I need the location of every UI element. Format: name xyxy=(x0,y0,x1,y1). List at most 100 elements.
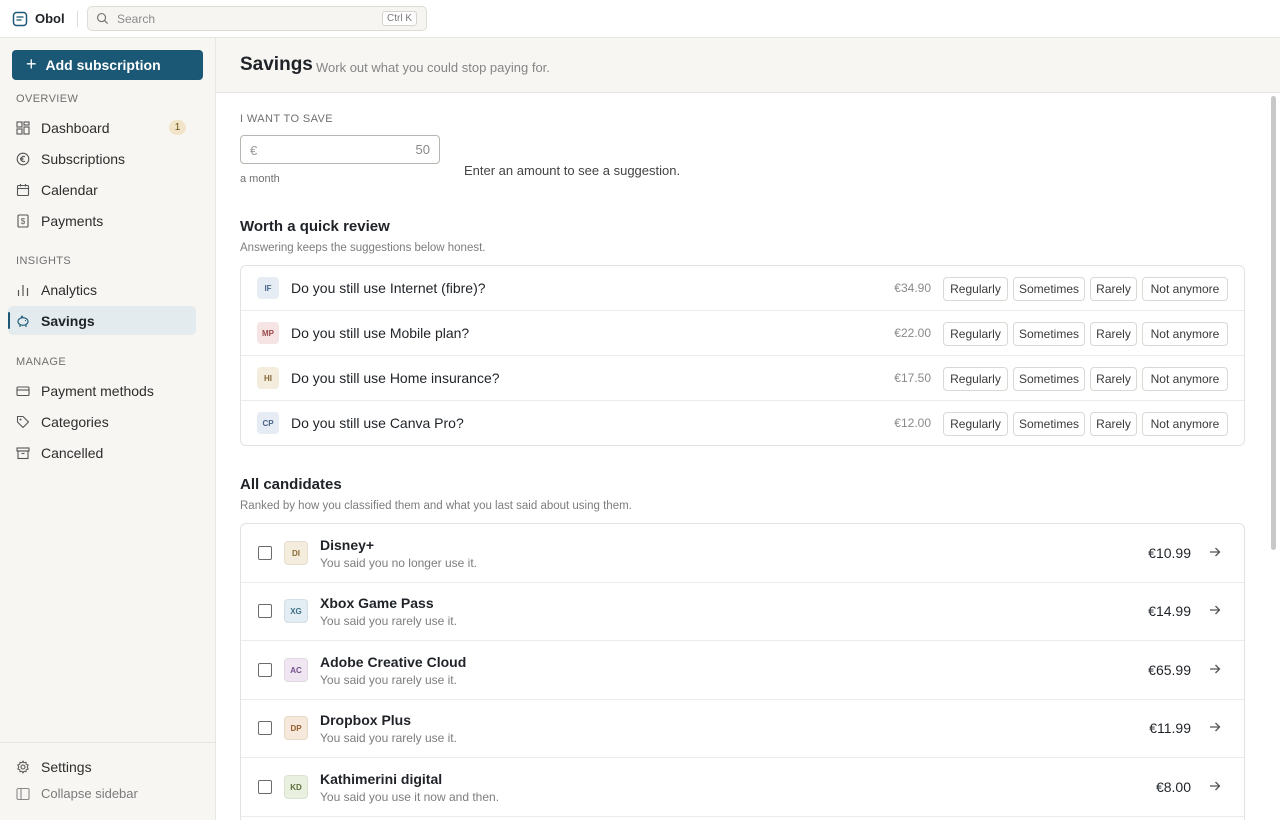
review-section-title: Worth a quick review xyxy=(240,218,390,235)
review-row: IF Do you still use Internet (fibre)? €34.… xyxy=(241,266,1244,311)
sidebar-item-cancelled[interactable]: Cancelled xyxy=(8,438,196,467)
dashboard-icon xyxy=(16,120,30,135)
usage-option-not-anymore-button[interactable]: Not anymore xyxy=(1142,277,1228,301)
sidebar-item-savings[interactable]: Savings xyxy=(8,306,196,335)
main-content: Savings Work out what you could stop pay… xyxy=(216,38,1280,820)
sidebar-item-dashboard[interactable]: Dashboard 1 xyxy=(8,113,196,142)
candidates-section-title: All candidates xyxy=(240,476,342,493)
candidate-name: Dropbox Plus xyxy=(320,712,412,728)
usage-option-rarely-button[interactable]: Rarely xyxy=(1090,322,1137,346)
candidate-usage-note: You said you rarely use it. xyxy=(320,614,457,628)
usage-option-rarely-button[interactable]: Rarely xyxy=(1090,412,1137,436)
sidebar-item-payments[interactable]: $ Payments xyxy=(8,206,196,235)
add-subscription-button[interactable]: + Add subscription xyxy=(12,50,203,80)
sidebar-item-payment-methods[interactable]: Payment methods xyxy=(8,376,196,405)
candidate-name: Kathimerini digital xyxy=(320,771,443,787)
sidebar-item-label: Payment methods xyxy=(41,382,154,399)
candidate-checkbox[interactable] xyxy=(258,780,272,794)
scrollbar-thumb[interactable] xyxy=(1271,96,1276,550)
review-section-subtitle: Answering keeps the suggestions below ho… xyxy=(240,242,486,254)
candidate-name: Xbox Game Pass xyxy=(320,595,434,611)
page-subtitle: Work out what you could stop paying for. xyxy=(316,60,550,75)
review-question: Do you still use Canva Pro? xyxy=(291,415,464,431)
plus-icon: + xyxy=(26,54,37,74)
notification-badge: 1 xyxy=(169,120,186,135)
search-input[interactable] xyxy=(117,11,367,26)
search-icon xyxy=(96,12,109,25)
usage-option-sometimes-button[interactable]: Sometimes xyxy=(1013,322,1085,346)
usage-option-sometimes-button[interactable]: Sometimes xyxy=(1013,412,1085,436)
service-monogram: DI xyxy=(284,541,308,565)
saving-amount-input[interactable] xyxy=(330,142,430,157)
sidebar-item-label: Dashboard xyxy=(41,119,110,136)
suggestion-hint: Enter an amount to see a suggestion. xyxy=(464,163,681,178)
candidate-price: €10.99 xyxy=(1148,545,1191,561)
candidate-row[interactable]: AC Adobe Creative Cloud You said you rarel… xyxy=(241,641,1244,700)
candidate-usage-note: You said you no longer use it. xyxy=(320,556,478,570)
sidebar-item-analytics[interactable]: Analytics xyxy=(8,275,196,304)
sidebar-item-label: Settings xyxy=(41,758,92,775)
saving-amount-field[interactable]: € xyxy=(240,135,440,164)
review-price: €17.50 xyxy=(894,371,931,385)
sidebar-item-label: Categories xyxy=(41,413,109,430)
saving-goal-label: I WANT TO SAVE xyxy=(240,113,334,125)
candidate-price: €8.00 xyxy=(1155,779,1191,795)
usage-option-rarely-button[interactable]: Rarely xyxy=(1090,367,1137,391)
candidate-row[interactable]: XG Xbox Game Pass You said you rarely use … xyxy=(241,582,1244,641)
section-label-manage: MANAGE xyxy=(16,356,67,368)
usage-option-regularly-button[interactable]: Regularly xyxy=(943,367,1008,391)
sidebar-item-categories[interactable]: Categories xyxy=(8,407,196,436)
sidebar-item-settings[interactable]: Settings xyxy=(8,752,196,781)
candidate-name: Adobe Creative Cloud xyxy=(320,654,467,670)
sidebar-item-label: Calendar xyxy=(41,181,98,198)
usage-option-rarely-button[interactable]: Rarely xyxy=(1090,277,1137,301)
sidebar-item-calendar[interactable]: Calendar xyxy=(8,175,196,204)
candidate-checkbox[interactable] xyxy=(258,663,272,677)
usage-option-regularly-button[interactable]: Regularly xyxy=(943,322,1008,346)
page-header: Savings Work out what you could stop pay… xyxy=(216,38,1280,93)
candidate-price: €11.99 xyxy=(1149,720,1191,736)
currency-symbol: € xyxy=(250,143,258,158)
brand[interactable]: Obol xyxy=(0,0,78,38)
candidate-checkbox[interactable] xyxy=(258,721,272,735)
search-box[interactable]: Ctrl K xyxy=(87,6,427,31)
sidebar-item-label: Payments xyxy=(41,212,104,229)
section-label-insights: INSIGHTS xyxy=(16,255,72,267)
usage-option-not-anymore-button[interactable]: Not anymore xyxy=(1142,322,1228,346)
review-price: €12.00 xyxy=(894,416,931,430)
candidate-row[interactable]: DP Dropbox Plus You said you rarely use it… xyxy=(241,699,1244,758)
sidebar-item-label: Subscriptions xyxy=(41,150,126,167)
candidate-row[interactable]: KD Kathimerini digital You said you use it… xyxy=(241,758,1244,817)
service-monogram: IF xyxy=(257,277,279,299)
svg-text:$: $ xyxy=(21,217,26,226)
candidates-list: DI Disney+ You said you no longer use it. €… xyxy=(240,523,1245,820)
app-name: Obol xyxy=(35,11,65,26)
candidate-usage-note: You said you rarely use it. xyxy=(320,731,457,745)
usage-option-sometimes-button[interactable]: Sometimes xyxy=(1013,367,1085,391)
usage-option-not-anymore-button[interactable]: Not anymore xyxy=(1142,367,1228,391)
top-bar: Obol Ctrl K xyxy=(0,0,1280,38)
arrow-right-icon[interactable] xyxy=(1208,779,1222,793)
usage-option-not-anymore-button[interactable]: Not anymore xyxy=(1142,412,1228,436)
candidate-price: €65.99 xyxy=(1148,662,1191,678)
arrow-right-icon[interactable] xyxy=(1208,603,1222,617)
review-question: Do you still use Internet (fibre)? xyxy=(291,280,486,296)
obol-logo-icon xyxy=(12,11,28,26)
service-monogram: KD xyxy=(284,775,308,799)
tag-icon xyxy=(16,415,30,428)
candidate-checkbox[interactable] xyxy=(258,546,272,560)
usage-option-regularly-button[interactable]: Regularly xyxy=(943,277,1008,301)
add-subscription-label: Add subscription xyxy=(45,57,161,73)
usage-option-sometimes-button[interactable]: Sometimes xyxy=(1013,277,1085,301)
service-monogram: HI xyxy=(257,367,279,389)
arrow-right-icon[interactable] xyxy=(1208,720,1222,734)
collapse-sidebar-button[interactable]: Collapse sidebar xyxy=(16,786,138,801)
usage-option-regularly-button[interactable]: Regularly xyxy=(943,412,1008,436)
service-monogram: CP xyxy=(257,412,279,434)
arrow-right-icon[interactable] xyxy=(1208,545,1222,559)
candidate-row[interactable]: DI Disney+ You said you no longer use it. €… xyxy=(241,524,1244,583)
arrow-right-icon[interactable] xyxy=(1208,662,1222,676)
candidate-checkbox[interactable] xyxy=(258,604,272,618)
sidebar-item-label: Savings xyxy=(41,312,95,329)
sidebar-item-subscriptions[interactable]: Subscriptions xyxy=(8,144,196,173)
